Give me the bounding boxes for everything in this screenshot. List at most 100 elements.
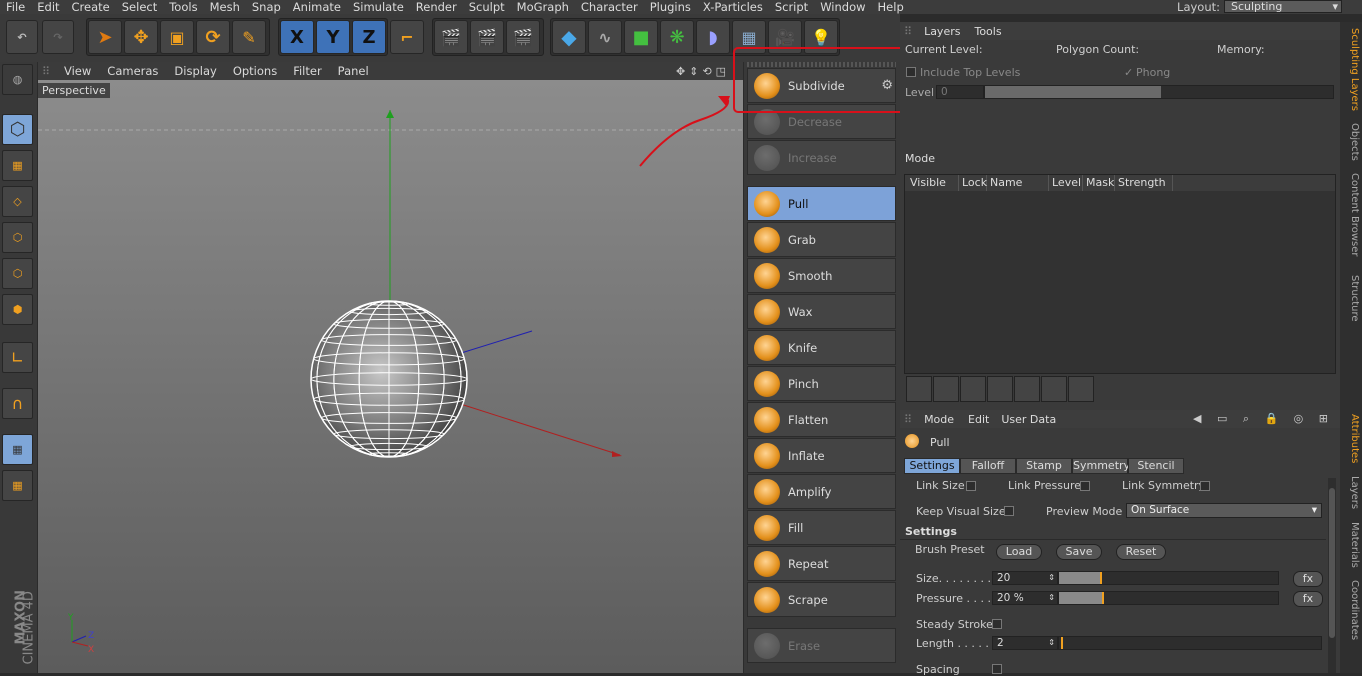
add-layer-button[interactable] [906,376,932,402]
viewport-menu-display[interactable]: Display [166,64,224,78]
size-slider-handle[interactable] [1100,572,1102,584]
brush-fill-button[interactable]: Fill [747,510,896,545]
tab-stamp[interactable]: Stamp [1016,458,1072,474]
steady-stroke-checkbox[interactable] [992,619,1002,629]
size-field[interactable]: 20 ⇕ [992,571,1058,585]
brush-wax-button[interactable]: Wax [747,294,896,329]
z-axis-button[interactable]: Z [352,20,386,54]
layout-select[interactable]: Sculpting ▾ [1224,0,1342,13]
brush-smooth-button[interactable]: Smooth [747,258,896,293]
attr-menu-mode[interactable]: Mode [916,413,962,426]
preview-mode-select[interactable]: On Surface ▾ [1126,503,1322,518]
attr-menu-user-data[interactable]: User Data [995,413,1062,426]
link-symmetry-checkbox[interactable] [1200,481,1210,491]
menu-select[interactable]: Select [116,0,163,14]
column-strength[interactable]: Strength [1115,175,1173,191]
move-tool-button[interactable]: ✥ [124,20,158,54]
side-tab-objects[interactable]: Objects [1342,122,1360,162]
brush-amplify-button[interactable]: Amplify [747,474,896,509]
link-pressure-checkbox[interactable] [1080,481,1090,491]
x-axis-button[interactable]: X [280,20,314,54]
length-slider-handle[interactable] [1061,637,1063,649]
brush-scrape-button[interactable]: Scrape [747,582,896,617]
erase-button[interactable]: Erase [747,628,896,663]
brush-pull-button[interactable]: Pull [747,186,896,221]
axis-mode-button[interactable]: ∟ [2,342,33,373]
points-mode-button[interactable]: ⬡ [2,222,33,253]
stepper-icon[interactable]: ⇕ [1048,592,1055,604]
include-top-levels-checkbox[interactable] [906,67,916,77]
attr-menu-edit[interactable]: Edit [962,413,995,426]
column-level[interactable]: Level [1049,175,1083,191]
render-settings-button[interactable]: 🎬 [506,20,540,54]
side-tab-structure[interactable]: Structure [1342,268,1360,328]
column-visible[interactable]: Visible [907,175,959,191]
coordinate-system-button[interactable]: ⌐ [390,20,424,54]
brush-pinch-button[interactable]: Pinch [747,366,896,401]
menu-tools[interactable]: Tools [163,0,203,14]
reset-button[interactable]: Reset [1116,544,1166,560]
object-mode-button[interactable]: ⬡ [2,114,33,145]
save-button[interactable]: Save [1056,544,1102,560]
attributes-scrollbar[interactable] [1328,478,1336,673]
undo-button[interactable]: ↶ [6,20,38,54]
size-slider[interactable] [1058,571,1279,585]
model-mode-button[interactable]: ◍ [2,64,33,95]
rotate-tool-button[interactable]: ⟳ [196,20,230,54]
menu-x-particles[interactable]: X-Particles [697,0,769,14]
stepper-icon[interactable]: ⇕ [1048,572,1055,584]
menu-snap[interactable]: Snap [246,0,287,14]
length-field[interactable]: 2 ⇕ [992,636,1058,650]
viewport-menu-panel[interactable]: Panel [330,64,377,78]
planar-workplane-button[interactable]: ▦ [2,470,33,501]
menu-help[interactable]: Help [872,0,910,14]
size-fx-button[interactable]: fx [1293,571,1323,587]
side-tab-attributes[interactable]: Attributes [1342,410,1360,468]
scrollbar-thumb[interactable] [1329,488,1335,638]
column-mask[interactable]: Mask [1083,175,1115,191]
menu-file[interactable]: File [0,0,31,14]
menu-window[interactable]: Window [814,0,871,14]
viewport-menu-options[interactable]: Options [225,64,285,78]
menu-simulate[interactable]: Simulate [347,0,410,14]
y-axis-button[interactable]: Y [316,20,350,54]
pressure-fx-button[interactable]: fx [1293,591,1323,607]
snap-button[interactable]: ∩ [2,388,33,419]
pressure-slider[interactable] [1058,591,1279,605]
pressure-slider-handle[interactable] [1102,592,1104,604]
layers-list[interactable]: Visible Lock Name Level Mask Strength [904,174,1336,374]
brush-knife-button[interactable]: Knife [747,330,896,365]
lock-workplane-button[interactable]: ▦ [2,434,33,465]
brush-inflate-button[interactable]: Inflate [747,438,896,473]
viewport-menu-filter[interactable]: Filter [285,64,329,78]
menu-sculpt[interactable]: Sculpt [463,0,511,14]
viewport-menu-view[interactable]: View [56,64,99,78]
tab-symmetry[interactable]: Symmetry [1072,458,1130,474]
level-field[interactable]: 0 [936,85,984,99]
delete-layer-button[interactable] [960,376,986,402]
load-button[interactable]: Load [996,544,1042,560]
brush-repeat-button[interactable]: Repeat [747,546,896,581]
side-tab-materials[interactable]: Materials [1342,518,1360,572]
length-slider[interactable] [1058,636,1322,650]
spline-button[interactable]: ∿ [588,20,622,54]
render-picture-viewer-button[interactable]: 🎬 [470,20,504,54]
menu-character[interactable]: Character [575,0,644,14]
merge-layer-button[interactable] [1014,376,1040,402]
column-lock[interactable]: Lock [959,175,987,191]
side-tab-layers[interactable]: Layers [1342,474,1360,512]
tab-stencil[interactable]: Stencil [1128,458,1184,474]
sculpt-tool-button[interactable]: ✎ [232,20,266,54]
edges-mode-button[interactable]: ⬡ [2,258,33,289]
menu-mesh[interactable]: Mesh [204,0,246,14]
pressure-field[interactable]: 20 % ⇕ [992,591,1058,605]
keep-visual-size-checkbox[interactable] [1004,506,1014,516]
attr-nav-icons[interactable]: ◀ ▭ ⌕ 🔒 ◎ ⊞ [1193,412,1334,426]
select-tool-button[interactable]: ➤ [88,20,122,54]
link-size-checkbox[interactable] [966,481,976,491]
stepper-icon[interactable]: ⇕ [1048,637,1055,649]
side-tab-sculpting-layers[interactable]: Sculpting Layers [1342,24,1360,114]
workplane-button[interactable]: ◇ [2,186,33,217]
tab-tools[interactable]: Tools [968,25,1007,38]
phong-checkmark-icon[interactable]: ✓ [1124,66,1133,79]
